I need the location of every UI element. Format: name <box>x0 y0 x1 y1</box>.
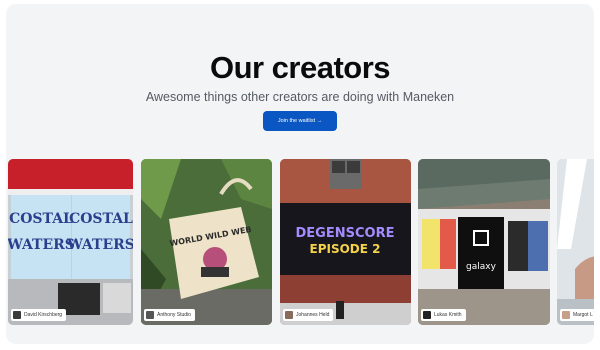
hand-photo <box>557 159 594 325</box>
join-waitlist-button[interactable]: Join the waitlist → <box>263 111 337 131</box>
creator-name: Lukas Kmith <box>434 312 462 318</box>
poster-text-right-2: WATERS <box>66 237 133 253</box>
creator-card-3[interactable]: DEGENSCORE EPISODE 2 Johannes Held <box>280 159 411 325</box>
creator-chip: Lukas Kmith <box>421 309 466 321</box>
avatar <box>423 311 431 319</box>
creator-card-5[interactable]: Margot L <box>557 159 594 325</box>
billboard-photo: DEGENSCORE EPISODE 2 <box>280 159 411 325</box>
poster-text-left-1: COSTAL <box>9 211 73 227</box>
wall-text: galaxy <box>466 262 497 272</box>
creator-chip: Margot L <box>560 309 594 321</box>
creator-name: Anthony Studio <box>157 312 191 318</box>
avatar <box>13 311 21 319</box>
billboard-line-1: DEGENSCORE <box>296 226 395 241</box>
creator-card-4[interactable]: galaxy Lukas Kmith <box>418 159 550 325</box>
avatar <box>146 311 154 319</box>
section-subtitle: Awesome things other creators are doing … <box>145 90 455 104</box>
avatar <box>285 311 293 319</box>
creator-name: Margot L <box>573 312 593 318</box>
poster-text-right-1: COSTAL <box>69 211 133 227</box>
street-wall-photo: galaxy <box>418 159 550 325</box>
poster-text-left-2: WATERS <box>8 237 75 253</box>
poster-photo: COSTAL WATERS COSTAL WATERS <box>8 159 133 325</box>
creator-chip: Johannes Held <box>283 309 334 321</box>
creator-card-1[interactable]: COSTAL WATERS COSTAL WATERS David Kirsch… <box>8 159 133 325</box>
section-title: Our creators <box>209 50 391 85</box>
creator-name: David Kirschberg <box>24 312 63 318</box>
avatar <box>562 311 570 319</box>
creator-chip: David Kirschberg <box>11 309 67 321</box>
creator-name: Johannes Held <box>296 312 330 318</box>
creator-chip: Anthony Studio <box>144 309 195 321</box>
creators-section: Our creators Awesome things other creato… <box>6 4 594 344</box>
tote-photo: WORLD WILD WEB <box>141 159 272 325</box>
billboard-line-2: EPISODE 2 <box>310 242 381 256</box>
creator-card-2[interactable]: WORLD WILD WEB Anthony Studio <box>141 159 272 325</box>
